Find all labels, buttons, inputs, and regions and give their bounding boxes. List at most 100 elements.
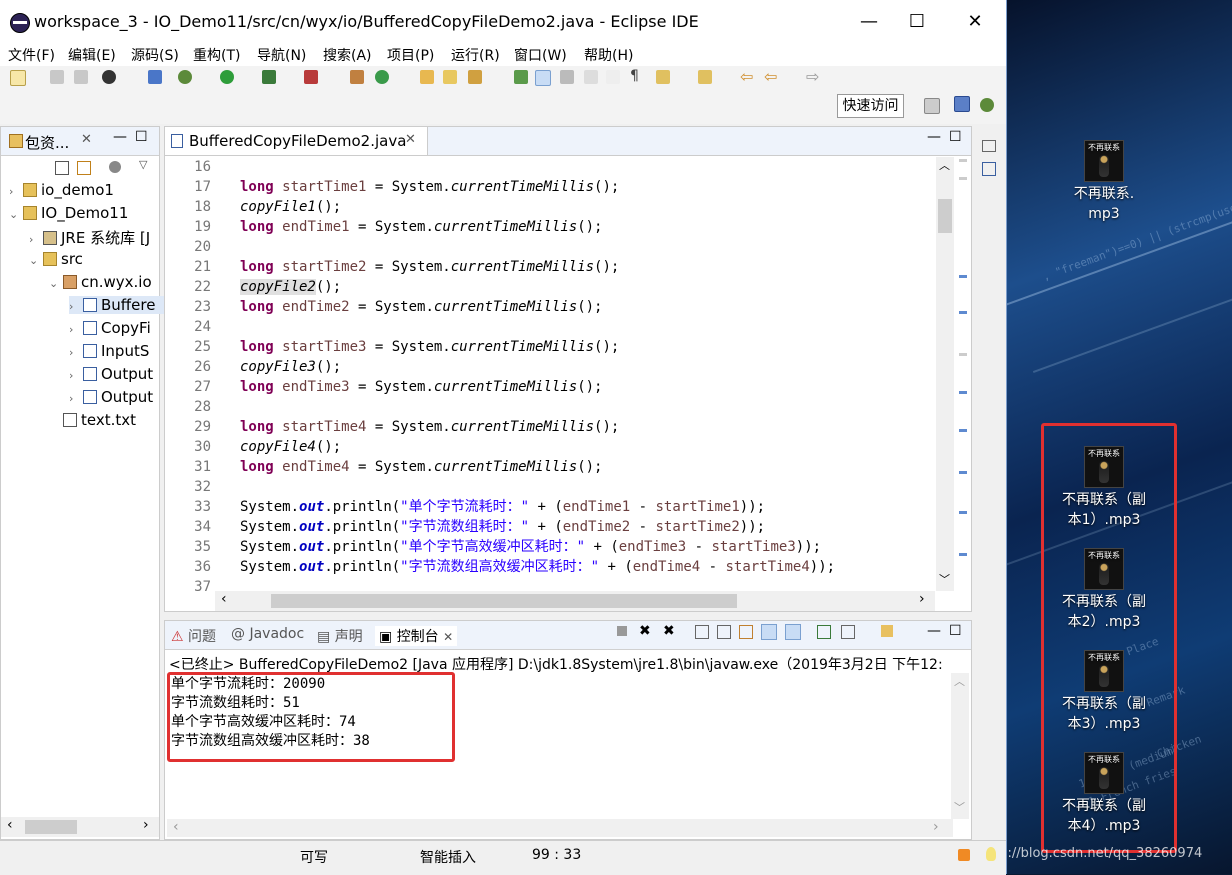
previous-annotation-icon[interactable]	[698, 70, 712, 84]
tree-item-java-file[interactable]: › InputS	[69, 342, 149, 360]
clear-console-icon[interactable]	[695, 625, 709, 639]
search-icon[interactable]	[468, 70, 482, 84]
package-explorer-tab[interactable]: 包资...	[25, 132, 69, 153]
tree-item-java-file[interactable]: › Buffere	[69, 296, 176, 314]
maximize-button[interactable]: ☐	[894, 8, 940, 36]
open-folder-icon[interactable]	[443, 70, 457, 84]
collapse-all-icon[interactable]	[55, 161, 69, 175]
desktop-file-icon[interactable]: 不再联系 不再联系（副 本4）.mp3	[1049, 752, 1159, 836]
menu-project[interactable]: 项目(P)	[387, 45, 434, 65]
tree-item-src[interactable]: ⌄ src	[29, 250, 83, 268]
java-perspective-icon[interactable]	[954, 96, 970, 112]
display-console-icon[interactable]	[841, 625, 855, 639]
menu-search[interactable]: 搜索(A)	[323, 45, 372, 65]
tree-item-java-file[interactable]: › Output	[69, 365, 153, 383]
back-nav-icon[interactable]: ⇦	[764, 67, 777, 86]
menu-help[interactable]: 帮助(H)	[584, 45, 633, 65]
skip-breakpoints-icon[interactable]	[102, 70, 116, 84]
editor-tab[interactable]: BufferedCopyFileDemo2.java ✕	[165, 127, 428, 155]
menu-navigate[interactable]: 导航(N)	[257, 45, 306, 65]
debug-icon[interactable]	[178, 70, 192, 84]
view-menu-icon[interactable]	[109, 161, 121, 173]
scroll-left-icon[interactable]: ‹	[173, 819, 179, 835]
code-text[interactable]: long startTime1 = System.currentTimeMill…	[240, 157, 835, 597]
tree-item-library[interactable]: › JRE 系统库 [J	[29, 227, 150, 248]
vertical-scrollbar[interactable]: ︿ ﹀	[951, 673, 969, 819]
desktop-file-icon[interactable]: 不再联系 不再联系（副 本3）.mp3	[1049, 650, 1159, 734]
mark-occurrences-icon[interactable]	[535, 70, 551, 86]
horizontal-scrollbar[interactable]: ‹ ›	[215, 591, 935, 611]
scroll-lock-icon[interactable]	[717, 625, 731, 639]
scroll-down-icon[interactable]: ﹀	[939, 571, 950, 587]
open-console-icon[interactable]	[881, 625, 893, 637]
save-icon[interactable]	[50, 70, 64, 84]
close-tab-icon[interactable]: ✕	[405, 132, 416, 147]
tab-javadoc[interactable]: @ Javadoc	[231, 626, 304, 642]
outline-icon[interactable]	[982, 162, 996, 176]
coverage-icon[interactable]	[262, 70, 276, 84]
menu-refactor[interactable]: 重构(T)	[193, 45, 240, 65]
desktop-file-icon[interactable]: 不再联系 不再联系（副 本2）.mp3	[1049, 548, 1159, 632]
close-tab-icon[interactable]: ✕	[443, 630, 453, 644]
terminate-icon[interactable]	[617, 626, 627, 636]
maximize-view-icon[interactable]: ☐	[949, 129, 962, 145]
tree-item-package[interactable]: ⌄ cn.wyx.io	[49, 273, 152, 291]
menu-source[interactable]: 源码(S)	[131, 45, 179, 65]
tree-item-project[interactable]: ⌄ IO_Demo11	[9, 204, 128, 222]
pilcrow-icon[interactable]: ¶	[630, 68, 639, 84]
remove-launch-icon[interactable]: ✖	[639, 623, 651, 639]
external-tools-icon[interactable]	[304, 70, 318, 84]
tree-item-project[interactable]: › io_demo1	[9, 181, 114, 199]
tree-item-text-file[interactable]: text.txt	[49, 411, 136, 429]
restore-icon[interactable]	[982, 140, 996, 152]
tab-declaration[interactable]: ▤ 声明	[317, 626, 363, 646]
maximize-view-icon[interactable]: ☐	[949, 623, 962, 639]
back-icon[interactable]: ⇦	[740, 67, 753, 86]
new-java-project-icon[interactable]	[350, 70, 364, 84]
next-annotation-icon[interactable]	[656, 70, 670, 84]
show-whitespace-icon[interactable]	[606, 70, 620, 84]
vertical-scrollbar[interactable]: ︿ ﹀	[936, 157, 954, 591]
scrollbar-thumb[interactable]	[938, 199, 952, 233]
desktop-file-icon[interactable]: 不再联系 不再联系（副 本1）.mp3	[1049, 446, 1159, 530]
new-icon[interactable]	[10, 70, 26, 86]
close-button[interactable]: ✕	[952, 8, 998, 36]
pin-icon[interactable]	[148, 70, 162, 84]
scrollbar-thumb[interactable]	[271, 594, 737, 608]
word-wrap-icon[interactable]	[739, 625, 753, 639]
scroll-right-icon[interactable]: ›	[143, 817, 149, 833]
desktop-file-icon[interactable]: 不再联系 不再联系. mp3	[1049, 140, 1159, 224]
link-editor-icon[interactable]	[77, 161, 91, 175]
close-tab-icon[interactable]: ✕	[81, 132, 92, 147]
minimize-view-icon[interactable]: —	[927, 623, 941, 639]
minimize-view-icon[interactable]: —	[113, 129, 127, 145]
remove-all-icon[interactable]: ✖	[663, 623, 675, 639]
quick-access-field[interactable]: 快速访问	[837, 94, 904, 118]
menu-window[interactable]: 窗口(W)	[514, 45, 567, 65]
open-perspective-icon[interactable]	[924, 98, 940, 114]
run-icon[interactable]	[220, 70, 234, 84]
scroll-left-icon[interactable]: ‹	[221, 591, 227, 607]
minimize-button[interactable]: —	[846, 8, 892, 36]
scrollbar-thumb[interactable]	[25, 820, 77, 834]
block-selection-icon[interactable]	[560, 70, 574, 84]
tip-icon[interactable]	[986, 847, 996, 861]
show-on-error-icon[interactable]	[785, 624, 801, 640]
pin-console-icon[interactable]	[817, 625, 831, 639]
scroll-left-icon[interactable]: ‹	[7, 817, 13, 833]
horizontal-scrollbar[interactable]: ‹ ›	[1, 817, 159, 837]
menu-run[interactable]: 运行(R)	[451, 45, 500, 65]
menu-file[interactable]: 文件(F)	[8, 45, 55, 65]
show-on-output-icon[interactable]	[761, 624, 777, 640]
menu-edit[interactable]: 编辑(E)	[68, 45, 116, 65]
word-wrap-icon[interactable]	[584, 70, 598, 84]
annotation-icon[interactable]	[514, 70, 528, 84]
chevron-down-icon[interactable]: ▽	[139, 158, 147, 171]
forward-nav-icon[interactable]: ⇨	[806, 67, 819, 86]
rss-icon[interactable]	[958, 849, 970, 861]
tree-item-java-file[interactable]: › Output	[69, 388, 153, 406]
debug-perspective-icon[interactable]	[980, 98, 994, 112]
maximize-view-icon[interactable]: ☐	[135, 129, 148, 145]
scroll-up-icon[interactable]: ︿	[954, 673, 965, 689]
tree-item-java-file[interactable]: › CopyFi	[69, 319, 151, 337]
